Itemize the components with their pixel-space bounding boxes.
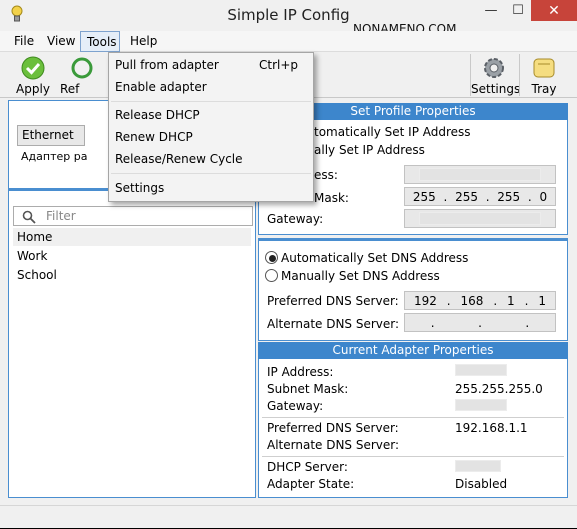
- pull-shortcut: Ctrl+p: [259, 58, 299, 72]
- auto-dns-label[interactable]: Automatically Set DNS Address: [281, 251, 468, 265]
- current-mask-value: 255.255.255.0: [455, 382, 543, 396]
- ip-address-field[interactable]: [404, 165, 556, 184]
- manual-dns-radio[interactable]: [265, 269, 278, 282]
- menu-item-release-renew-cycle[interactable]: Release/Renew Cycle: [115, 149, 243, 169]
- filter-placeholder: Filter: [46, 209, 76, 223]
- divider: [262, 456, 564, 457]
- current-gateway-value: [455, 399, 507, 411]
- menu-file[interactable]: File: [8, 31, 40, 52]
- mask-octet: 255: [455, 189, 478, 204]
- preferred-dns-field[interactable]: 192. 168. 1. 1: [404, 291, 556, 310]
- divider: [262, 417, 564, 418]
- profile-item-work[interactable]: Work: [13, 247, 251, 265]
- current-dhcp-value: [455, 460, 501, 472]
- subnet-mask-label: Mask:: [314, 191, 349, 205]
- dns-octet: 1: [507, 293, 515, 308]
- refresh-icon: [70, 56, 94, 80]
- adapter-description: Адаптер ра: [21, 150, 88, 163]
- mask-octet: 0: [539, 189, 548, 204]
- alternate-dns-field[interactable]: ...: [404, 313, 556, 332]
- current-alt-dns-label: Alternate DNS Server:: [267, 438, 400, 452]
- gateway-field[interactable]: [404, 209, 556, 228]
- ip-address-label: ess:: [314, 168, 338, 182]
- menu-item-enable-adapter[interactable]: Enable adapter: [115, 77, 207, 97]
- dns-octet: 192: [413, 293, 437, 308]
- refresh-button[interactable]: Ref: [60, 52, 93, 98]
- menu-separator: [111, 173, 311, 174]
- redacted-value: [419, 212, 541, 225]
- filter-input[interactable]: Filter: [13, 206, 253, 226]
- subnet-mask-field[interactable]: 255. 255. 255. 0: [404, 187, 556, 206]
- current-ip-value: [455, 364, 507, 376]
- toolbar-separator: [519, 54, 520, 96]
- manual-dns-label[interactable]: Manually Set DNS Address: [281, 269, 440, 283]
- current-pref-dns-value: 192.168.1.1: [455, 421, 528, 435]
- gear-icon: [482, 56, 506, 80]
- tools-menu: Pull from adapter Ctrl+p Enable adapter …: [108, 52, 314, 202]
- current-gateway-label: Gateway:: [267, 399, 324, 413]
- auto-dns-radio[interactable]: [265, 251, 278, 264]
- refresh-label: Ref: [60, 82, 80, 96]
- current-state-label: Adapter State:: [267, 477, 355, 491]
- alternate-dns-label: Alternate DNS Server:: [267, 317, 400, 331]
- current-state-value: Disabled: [455, 477, 508, 491]
- manual-ip-option[interactable]: ally Set IP Address: [314, 143, 425, 157]
- tray-label: Tray: [531, 82, 557, 96]
- settings-label: Settings: [471, 82, 521, 96]
- mask-octet: 255: [412, 189, 436, 204]
- dns-octet: 168: [460, 293, 484, 308]
- mask-octet: 255: [497, 189, 521, 204]
- current-mask-label: Subnet Mask:: [267, 382, 349, 396]
- menu-help[interactable]: Help: [124, 31, 163, 52]
- maximize-button[interactable]: ☐: [505, 0, 531, 21]
- menu-item-release-dhcp[interactable]: Release DHCP: [115, 105, 200, 125]
- pull-label: Pull from adapter: [115, 58, 219, 72]
- settings-button[interactable]: Settings: [471, 52, 521, 98]
- menu-bar: File View Tools Help: [0, 31, 577, 52]
- status-bar: [0, 505, 577, 529]
- current-adapter-header: Current Adapter Properties: [258, 342, 568, 359]
- menu-item-pull-from-adapter[interactable]: Pull from adapter Ctrl+p: [115, 55, 309, 75]
- apply-label: Apply: [16, 82, 50, 96]
- menu-item-renew-dhcp[interactable]: Renew DHCP: [115, 127, 193, 147]
- menu-item-settings[interactable]: Settings: [115, 178, 164, 198]
- tray-button[interactable]: Tray: [521, 52, 567, 98]
- checkmark-icon: [21, 56, 45, 80]
- search-icon: [22, 210, 36, 227]
- current-dhcp-label: DHCP Server:: [267, 460, 348, 474]
- profile-item-school[interactable]: School: [13, 266, 251, 284]
- adapter-select[interactable]: Ethernet: [17, 125, 85, 146]
- profile-item-home[interactable]: Home: [13, 228, 251, 246]
- current-pref-dns-label: Preferred DNS Server:: [267, 421, 399, 435]
- apply-button[interactable]: Apply: [10, 52, 56, 98]
- menu-view[interactable]: View: [41, 31, 81, 52]
- menu-tools[interactable]: Tools: [80, 31, 120, 52]
- close-button[interactable]: ✕: [531, 0, 577, 21]
- menu-separator: [111, 101, 311, 102]
- dns-octet: 1: [538, 293, 546, 308]
- preferred-dns-label: Preferred DNS Server:: [267, 294, 399, 308]
- auto-ip-option[interactable]: tomatically Set IP Address: [314, 125, 471, 139]
- tray-icon: [532, 56, 556, 80]
- minimize-button[interactable]: —: [477, 0, 505, 21]
- redacted-value: [419, 168, 541, 181]
- current-ip-label: IP Address:: [267, 365, 334, 379]
- gateway-label: Gateway:: [267, 212, 324, 226]
